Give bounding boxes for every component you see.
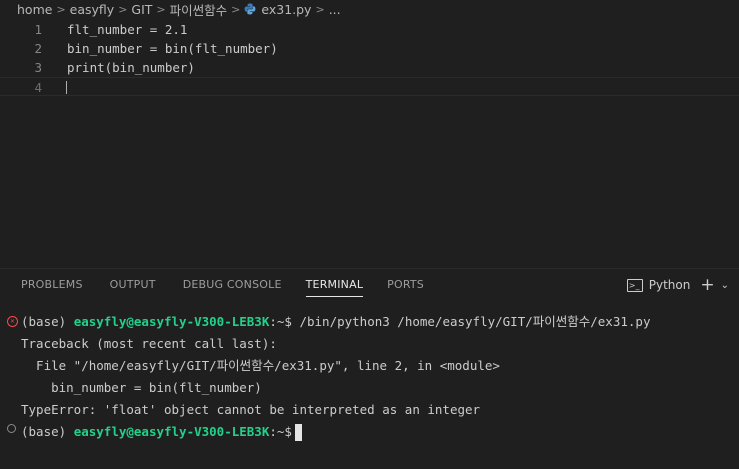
code-editor[interactable]: 1 flt_number = 2.1 2 bin_number = bin(fl… (0, 18, 739, 268)
line-number: 4 (34, 80, 42, 95)
traceback-file-line: File "/home/easyfly/GIT/파이썬함수/ex31.py", … (21, 358, 500, 373)
terminal-prompt-line[interactable]: (base) easyfly@easyfly-V300-LEB3K:~$ (21, 421, 302, 443)
code-text[interactable]: print(bin_number) (67, 58, 195, 77)
tab-problems[interactable]: PROBLEMS (21, 269, 83, 301)
terminal-cursor (294, 424, 302, 441)
panel-tabs: PROBLEMS OUTPUT DEBUG CONSOLE TERMINAL P… (0, 269, 424, 301)
breadcrumb-more[interactable]: ... (329, 2, 341, 17)
tab-ports[interactable]: PORTS (387, 269, 424, 301)
code-line[interactable]: 2 bin_number = bin(flt_number) (0, 39, 739, 58)
code-line[interactable]: 3 print(bin_number) (0, 58, 739, 77)
prompt-suffix: :~$ (269, 424, 292, 439)
prompt-suffix: :~$ (269, 314, 292, 329)
add-terminal-icon[interactable]: + (700, 276, 714, 294)
code-text[interactable]: bin_number = bin(flt_number) (67, 39, 278, 58)
code-line[interactable]: 1 flt_number = 2.1 (0, 20, 739, 39)
tab-debug-console[interactable]: DEBUG CONSOLE (183, 269, 282, 301)
chevron-down-icon[interactable]: ⌄ (721, 280, 729, 291)
user-host: easyfly@easyfly-V300-LEB3K (73, 424, 270, 439)
chevron-right-icon: > (231, 2, 241, 16)
chevron-right-icon: > (118, 2, 128, 16)
bottom-panel: PROBLEMS OUTPUT DEBUG CONSOLE TERMINAL P… (0, 268, 739, 469)
breadcrumb-item-easyfly[interactable]: easyfly (70, 2, 115, 17)
error-message: TypeError: 'float' object cannot be inte… (21, 402, 481, 417)
terminal-command-line: (base) easyfly@easyfly-V300-LEB3K:~$ /bi… (21, 311, 650, 333)
text-cursor (66, 81, 67, 94)
conda-env: (base) (21, 314, 67, 329)
terminal-icon: >_ (626, 278, 643, 292)
user-host: easyfly@easyfly-V300-LEB3K (73, 314, 270, 329)
traceback-code-line: bin_number = bin(flt_number) (21, 380, 262, 395)
breadcrumb-file[interactable]: ex31.py (261, 2, 311, 17)
breadcrumb-item-folder[interactable]: 파이썬함수 (170, 0, 228, 19)
error-status-icon: ✕ (7, 316, 18, 327)
tab-output[interactable]: OUTPUT (110, 269, 156, 301)
breadcrumb-item-git[interactable]: GIT (131, 2, 152, 17)
code-text[interactable]: flt_number = 2.1 (67, 20, 187, 39)
line-number: 3 (34, 60, 42, 75)
chevron-right-icon: > (315, 2, 325, 16)
traceback-header: Traceback (most recent call last): (21, 336, 277, 351)
line-number: 2 (34, 41, 42, 56)
python-file-icon (244, 3, 256, 15)
tab-terminal[interactable]: TERMINAL (305, 269, 364, 301)
chevron-right-icon: > (156, 2, 166, 16)
prompt-status-icon (7, 424, 16, 433)
conda-env: (base) (21, 424, 67, 439)
breadcrumb-item-home[interactable]: home (17, 2, 52, 17)
chevron-right-icon: > (56, 2, 66, 16)
terminal-actions: >_ Python + ⌄ (626, 269, 729, 301)
breadcrumb: home > easyfly > GIT > 파이썬함수 > ex31.py >… (0, 0, 739, 18)
terminal-shell-label[interactable]: Python (649, 278, 691, 292)
code-line-current[interactable]: 4 (0, 77, 739, 96)
command-text: /bin/python3 /home/easyfly/GIT/파이썬함수/ex3… (291, 314, 651, 329)
line-number: 1 (34, 22, 42, 37)
